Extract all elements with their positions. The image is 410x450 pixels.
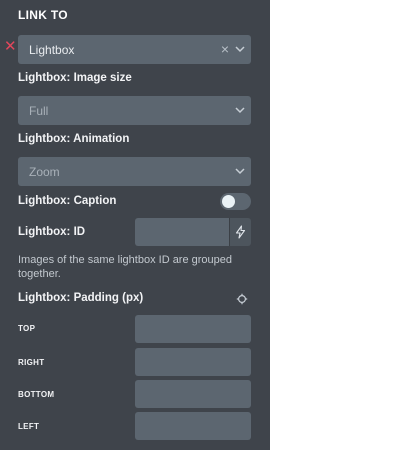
chevron-down-icon bbox=[235, 107, 245, 114]
chevron-down-icon bbox=[235, 168, 245, 175]
padding-label: Lightbox: Padding (px) bbox=[18, 292, 144, 304]
toggle-knob bbox=[222, 195, 235, 208]
padding-right-input[interactable] bbox=[135, 348, 251, 376]
padding-left-label: LEFT bbox=[18, 422, 40, 431]
padding-top-input[interactable] bbox=[135, 315, 251, 343]
settings-panel: LINK TO ✕ Lightbox × Lightbox: Image siz… bbox=[0, 0, 270, 450]
padding-left-input[interactable] bbox=[135, 412, 251, 440]
dynamic-data-button[interactable] bbox=[229, 218, 251, 246]
lightbox-id-input[interactable] bbox=[135, 218, 229, 246]
bolt-icon bbox=[235, 225, 246, 239]
image-size-value: Full bbox=[29, 104, 49, 118]
lightbox-id-help: Images of the same lightbox ID are group… bbox=[18, 254, 233, 280]
clear-icon[interactable]: × bbox=[219, 41, 231, 57]
link-to-select[interactable]: Lightbox × bbox=[18, 35, 251, 64]
padding-right-label: RIGHT bbox=[18, 358, 45, 367]
reset-icon[interactable] bbox=[236, 293, 248, 305]
canvas-area bbox=[270, 0, 410, 450]
section-title: LINK TO bbox=[18, 8, 68, 22]
image-size-label: Lightbox: Image size bbox=[18, 72, 132, 84]
remove-icon[interactable]: ✕ bbox=[4, 39, 17, 54]
animation-label: Lightbox: Animation bbox=[18, 133, 130, 145]
animation-value: Zoom bbox=[29, 165, 60, 179]
animation-select[interactable]: Zoom bbox=[18, 157, 251, 186]
padding-bottom-input[interactable] bbox=[135, 380, 251, 408]
link-to-value: Lightbox bbox=[29, 43, 75, 57]
caption-label: Lightbox: Caption bbox=[18, 195, 117, 207]
padding-top-label: TOP bbox=[18, 324, 36, 333]
padding-bottom-label: BOTTOM bbox=[18, 390, 55, 399]
caption-toggle[interactable] bbox=[220, 193, 251, 210]
lightbox-id-label: Lightbox: ID bbox=[18, 226, 86, 238]
image-size-select[interactable]: Full bbox=[18, 96, 251, 125]
chevron-down-icon[interactable] bbox=[232, 41, 248, 57]
